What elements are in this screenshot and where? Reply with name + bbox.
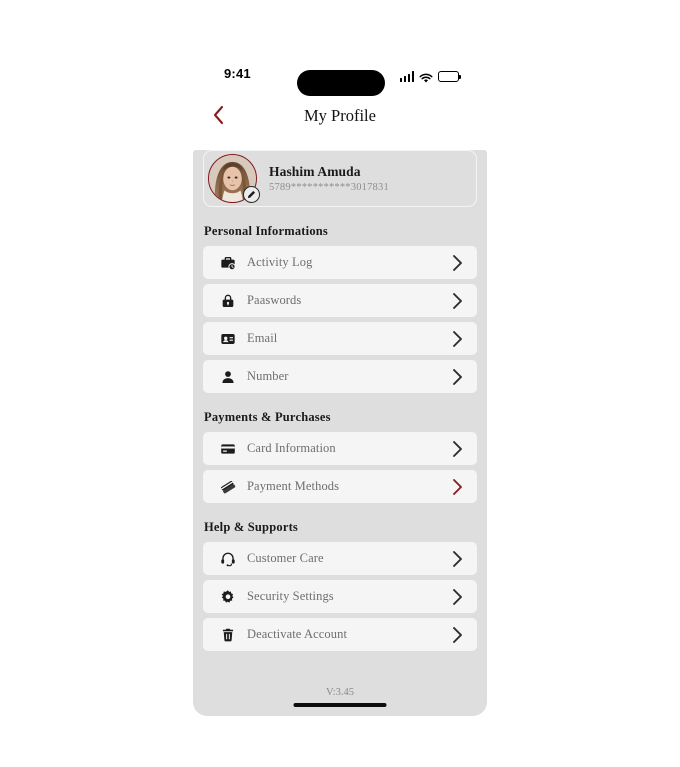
menu-row-card-information[interactable]: Card Information <box>203 432 477 465</box>
gear-icon <box>219 588 236 605</box>
menu-row-label: Customer Care <box>247 551 324 565</box>
battery-full-icon <box>438 71 462 82</box>
menu-row-deactivate-account[interactable]: Deactivate Account <box>203 618 477 651</box>
profile-name: Hashim Amuda <box>269 164 361 179</box>
page-title: My Profile <box>304 106 376 125</box>
section-title-personal-informations: Personal Informations <box>204 224 328 238</box>
chevron-right-icon <box>452 440 462 457</box>
menu-row-payment-methods[interactable]: Payment Methods <box>203 470 477 503</box>
dynamic-island <box>297 70 385 96</box>
chevron-right-icon <box>452 550 462 567</box>
menu-row-activity-log[interactable]: Activity Log <box>203 246 477 279</box>
id-card-icon <box>219 330 236 347</box>
section-title-payments-purchases: Payments & Purchases <box>204 410 331 424</box>
home-indicator-bar[interactable] <box>293 703 387 707</box>
cellular-signal-icon <box>399 71 414 82</box>
menu-row-label: Paaswords <box>247 293 302 307</box>
menu-row-label: Activity Log <box>247 255 313 269</box>
chevron-right-icon <box>452 478 462 495</box>
chevron-right-icon[interactable] <box>449 439 465 459</box>
menu-row-label: Deactivate Account <box>247 627 348 641</box>
profile-card-number: 5789***********3017831 <box>269 182 389 193</box>
chevron-right-icon[interactable] <box>449 367 465 387</box>
lock-icon <box>219 292 236 309</box>
chevron-right-icon[interactable] <box>449 549 465 569</box>
chevron-right-icon[interactable] <box>449 587 465 607</box>
menu-row-label: Card Information <box>247 441 336 455</box>
chevron-right-icon[interactable] <box>449 291 465 311</box>
menu-row-customer-care[interactable]: Customer Care <box>203 542 477 575</box>
chevron-right-icon <box>452 254 462 271</box>
profile-text-group: Hashim Amuda 5789***********3017831 <box>269 164 389 193</box>
menu-row-number[interactable]: Number <box>203 360 477 393</box>
profile-content-panel: Hashim Amuda 5789***********3017831 Pers… <box>193 150 487 716</box>
chevron-right-icon <box>452 626 462 643</box>
menu-row-label: Email <box>247 331 278 345</box>
chevron-right-icon[interactable] <box>449 477 465 497</box>
chevron-right-icon[interactable] <box>449 625 465 645</box>
section-title-help-supports: Help & Supports <box>204 520 298 534</box>
version-label: V:3.45 <box>325 687 355 698</box>
status-bar: 9:41 <box>193 50 487 98</box>
chevron-right-icon[interactable] <box>449 253 465 273</box>
menu-row-label: Number <box>247 369 289 383</box>
edit-pencil-icon[interactable] <box>243 186 260 203</box>
briefcase-clock-icon <box>219 254 236 271</box>
chevron-right-icon <box>452 368 462 385</box>
chevron-right-icon[interactable] <box>449 329 465 349</box>
chevron-right-icon <box>452 292 462 309</box>
menu-row-label: Payment Methods <box>247 479 340 493</box>
chevron-right-icon <box>452 588 462 605</box>
navigation-bar: My Profile <box>193 98 487 137</box>
chevron-right-icon <box>452 330 462 347</box>
person-icon <box>219 368 236 385</box>
sections-container: Personal Informations Activity Log Paaswo… <box>203 224 477 651</box>
credit-card-icon <box>219 440 236 457</box>
phone-frame: 9:41 My Profile Hashim Amuda 5789*******… <box>193 50 487 716</box>
profile-card[interactable]: Hashim Amuda 5789***********3017831 <box>203 150 477 207</box>
menu-row-label: Security Settings <box>247 589 334 603</box>
headset-icon <box>219 550 236 567</box>
menu-row-email[interactable]: Email <box>203 322 477 355</box>
menu-row-paaswords[interactable]: Paaswords <box>203 284 477 317</box>
menu-row-security-settings[interactable]: Security Settings <box>203 580 477 613</box>
wifi-icon <box>419 71 433 83</box>
panel-footer: V:3.45 <box>193 686 487 716</box>
payment-cards-stack-icon <box>219 478 236 495</box>
avatar-wrapper[interactable] <box>208 154 260 203</box>
trash-icon <box>219 626 236 643</box>
status-bar-icons <box>399 71 462 83</box>
status-bar-time: 9:41 <box>224 66 251 81</box>
